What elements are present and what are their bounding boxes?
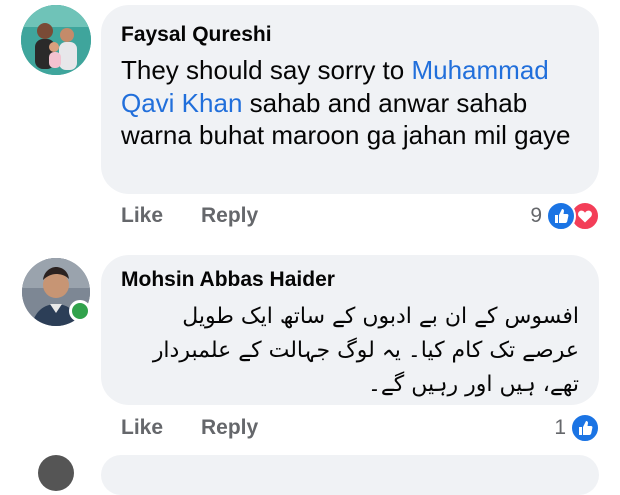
reactions-summary[interactable]: 1	[554, 413, 600, 443]
like-button[interactable]: Like	[121, 416, 163, 440]
comment-bubble	[101, 455, 599, 495]
comment-text: افسوس کے ان بے ادبوں کے ساتھ ایک طویل عر…	[152, 304, 579, 397]
like-icon	[570, 413, 600, 443]
reaction-count: 9	[530, 204, 542, 227]
reaction-count: 1	[554, 416, 566, 439]
like-button[interactable]: Like	[121, 204, 163, 228]
reactions-summary[interactable]: 9	[530, 201, 600, 231]
comment-author[interactable]: Mohsin Abbas Haider	[121, 266, 579, 294]
avatar-faysal-qureshi[interactable]	[21, 5, 91, 75]
comment-text-part: They should say sorry to	[121, 55, 412, 85]
online-status-indicator	[69, 300, 91, 322]
comment-bubble: Mohsin Abbas Haider افسوس کے ان بے ادبوں…	[101, 255, 599, 405]
comment-bubble: Faysal Qureshi They should say sorry to …	[101, 5, 599, 194]
comment-text: They should say sorry to Muhammad Qavi K…	[121, 54, 579, 152]
comment-author[interactable]: Faysal Qureshi	[121, 21, 579, 49]
like-icon	[546, 201, 576, 231]
avatar-next-commenter[interactable]	[38, 455, 74, 491]
reply-button[interactable]: Reply	[201, 416, 258, 440]
reply-button[interactable]: Reply	[201, 204, 258, 228]
